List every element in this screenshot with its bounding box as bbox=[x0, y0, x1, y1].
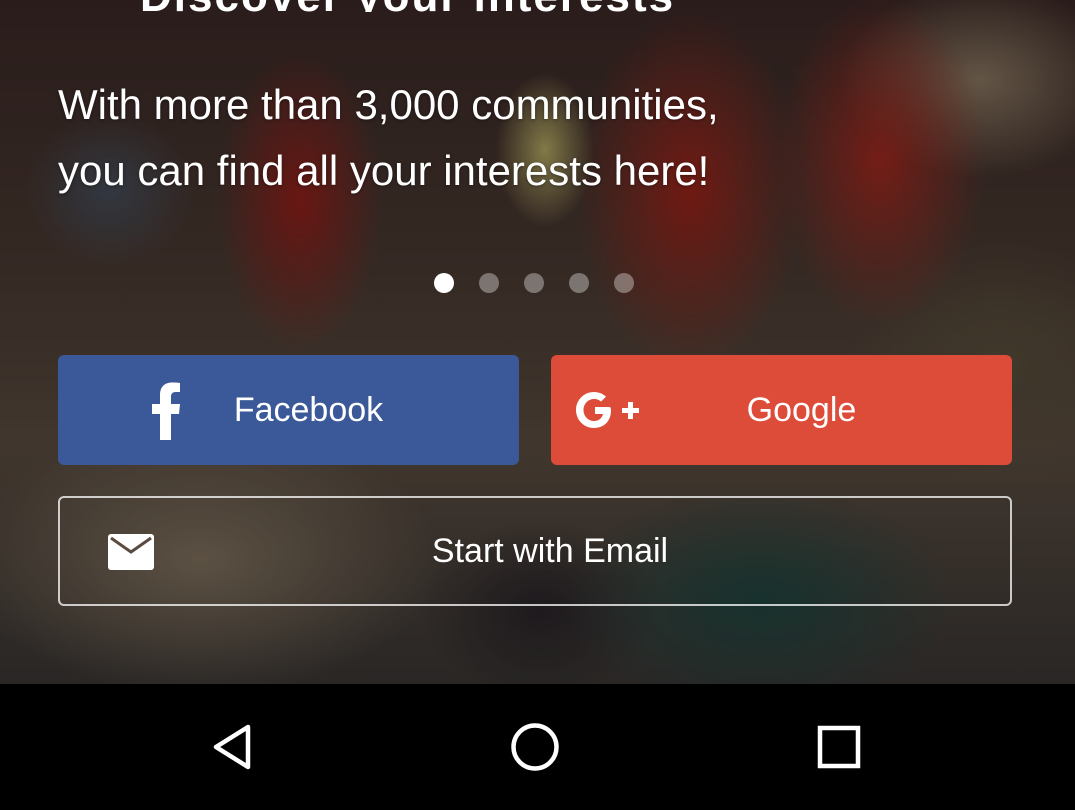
page-dot-2[interactable] bbox=[479, 273, 499, 293]
home-circle-icon bbox=[511, 723, 559, 771]
page-dot-4[interactable] bbox=[569, 273, 589, 293]
back-triangle-icon bbox=[213, 724, 251, 770]
headline-cut-off: Discover your interests bbox=[140, 0, 920, 12]
email-label: Start with Email bbox=[431, 531, 669, 570]
onboarding-screen: Discover your interests With more than 3… bbox=[0, 0, 1075, 810]
back-button[interactable] bbox=[188, 702, 278, 792]
facebook-label: Facebook bbox=[233, 390, 384, 429]
tagline-line-2: you can find all your interests here! bbox=[58, 147, 710, 194]
page-dot-5[interactable] bbox=[614, 273, 634, 293]
page-dot-1-active[interactable] bbox=[434, 273, 454, 293]
tagline-line-1: With more than 3,000 communities, bbox=[58, 81, 719, 128]
system-navigation-bar bbox=[0, 684, 1075, 810]
email-signup-button[interactable]: Start with Email bbox=[58, 496, 1012, 606]
recents-square-icon bbox=[817, 725, 861, 769]
tagline: With more than 3,000 communities, you ca… bbox=[58, 72, 958, 204]
home-button[interactable] bbox=[490, 702, 580, 792]
facebook-login-button[interactable]: Facebook bbox=[58, 355, 519, 465]
page-dot-3[interactable] bbox=[524, 273, 544, 293]
recents-button[interactable] bbox=[794, 702, 884, 792]
google-label: Google bbox=[746, 390, 857, 429]
google-login-button[interactable]: Google bbox=[551, 355, 1012, 465]
page-indicator bbox=[434, 273, 634, 293]
